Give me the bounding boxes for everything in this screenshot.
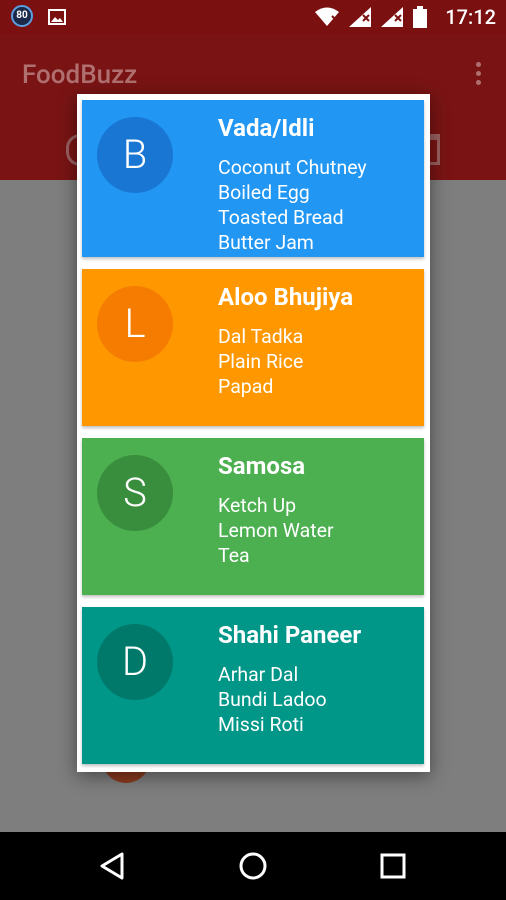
list-item: Plain Rice	[218, 350, 304, 373]
signal-icon	[349, 7, 372, 27]
app-title: FoodBuzz	[22, 60, 138, 90]
avatar: D	[97, 624, 173, 700]
home-circle-icon[interactable]	[237, 850, 269, 882]
list-item: Butter Jam	[218, 231, 314, 254]
menu-card-breakfast[interactable]: B Vada/Idli Coconut Chutney Boiled Egg T…	[82, 100, 424, 257]
list-item: Arhar Dal	[218, 663, 299, 686]
card-items: Dal Tadka Plain Rice Papad	[218, 324, 303, 399]
battery-icon	[413, 6, 428, 28]
card-items: Ketch Up Lemon Water Tea	[218, 493, 334, 568]
overflow-menu-icon[interactable]	[474, 62, 482, 86]
signal-icon-2	[381, 7, 404, 27]
list-item: Tea	[218, 544, 250, 567]
avatar: S	[97, 455, 173, 531]
card-title: Samosa	[218, 452, 306, 480]
avatar: L	[97, 286, 173, 362]
status-bar: 80 17:12	[0, 0, 506, 34]
card-title: Shahi Paneer	[218, 621, 362, 649]
list-item: Ketch Up	[218, 494, 297, 517]
navigation-bar	[0, 832, 506, 900]
menu-card-dinner[interactable]: D Shahi Paneer Arhar Dal Bundi Ladoo Mis…	[82, 607, 424, 764]
clock: 17:12	[445, 5, 496, 29]
back-triangle-icon[interactable]	[96, 850, 128, 882]
list-item: Boiled Egg	[218, 181, 310, 204]
avatar: B	[97, 117, 173, 193]
menu-card-snacks[interactable]: S Samosa Ketch Up Lemon Water Tea	[82, 438, 424, 595]
image-notification-icon	[48, 9, 66, 25]
menu-card-lunch[interactable]: L Aloo Bhujiya Dal Tadka Plain Rice Papa…	[82, 269, 424, 426]
recents-square-icon[interactable]	[377, 850, 409, 882]
list-item: Toasted Bread	[218, 206, 344, 229]
list-item: Lemon Water	[218, 519, 334, 542]
menu-dialog: B Vada/Idli Coconut Chutney Boiled Egg T…	[77, 94, 430, 772]
card-items: Arhar Dal Bundi Ladoo Missi Roti	[218, 662, 327, 737]
wifi-icon	[315, 7, 340, 26]
card-items: Coconut Chutney Boiled Egg Toasted Bread…	[218, 155, 367, 255]
list-item: Dal Tadka	[218, 325, 304, 348]
card-title: Aloo Bhujiya	[218, 283, 354, 311]
card-title: Vada/Idli	[218, 114, 315, 142]
list-item: Coconut Chutney	[218, 156, 367, 179]
notification-badge-icon: 80	[11, 5, 33, 27]
list-item: Missi Roti	[218, 713, 304, 736]
list-item: Bundi Ladoo	[218, 688, 327, 711]
list-item: Papad	[218, 375, 274, 398]
